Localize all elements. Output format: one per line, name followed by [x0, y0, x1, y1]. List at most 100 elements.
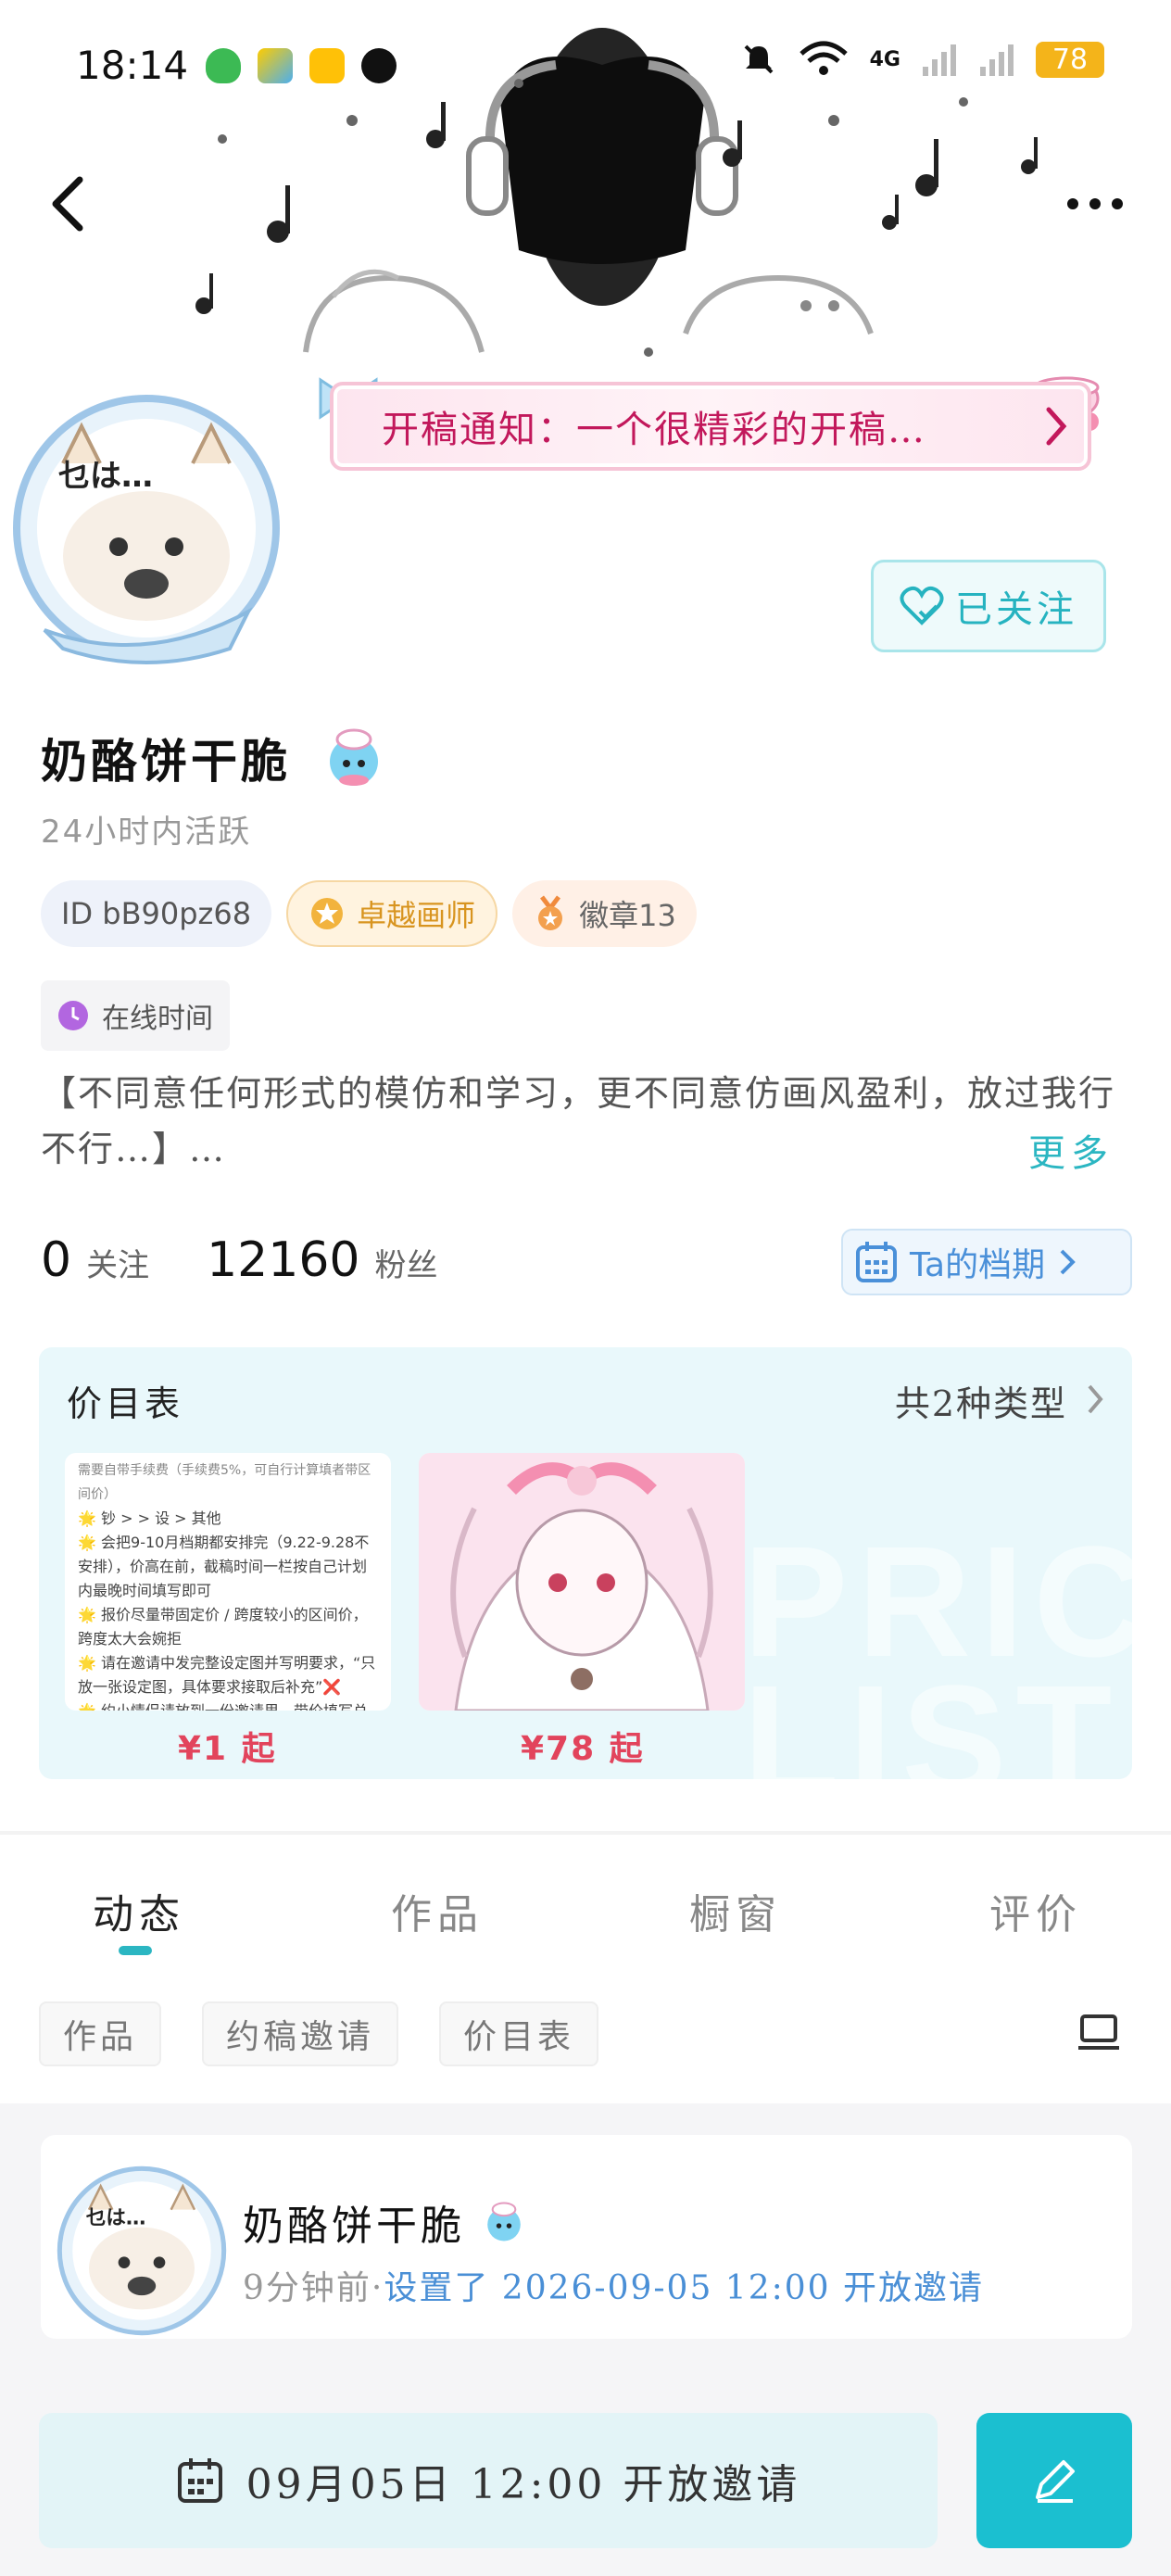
app-icon	[258, 48, 293, 83]
price-item-1-thumbnail[interactable]: 需要自带手续费（手续费5%，可自行计算填者带区间价） 🌟 钞 > > 设 > 其…	[65, 1453, 391, 1711]
feed-action-link[interactable]: 设置了 2026-09-05 12:00 开放邀请	[384, 2269, 984, 2307]
status-time: 18:14	[76, 43, 189, 88]
follow-stats: 0 关注 12160 粉丝	[41, 1232, 496, 1288]
following-count[interactable]: 0	[41, 1232, 71, 1288]
clock-icon	[58, 1001, 88, 1030]
pro-artist-tag[interactable]: 卓越画师	[286, 880, 498, 947]
price-list-title: 价目表	[67, 1383, 184, 1424]
price-list-card[interactable]: PRICE LIST 价目表 共2种类型 需要自带手续费（手续费5%，可自行计算…	[39, 1347, 1132, 1779]
bio-more-link[interactable]: 更多	[1028, 1123, 1114, 1177]
price-note-line: 🌟 约小情侣请放到一份邀请里，带价填写总价	[78, 1699, 378, 1711]
bio-text: 【不同意任何形式的模仿和学习，更不同意仿画风盈利，放过我行不行…】…	[41, 1073, 1116, 1169]
price-item-2-thumbnail[interactable]	[419, 1453, 745, 1711]
feed-author-name[interactable]: 奶酪饼干脆	[243, 2192, 465, 2252]
profile-tabs: 动态 作品 橱窗 评价	[0, 1881, 1171, 1955]
status-right: 4G 78	[740, 41, 1104, 78]
price-item-1-notes: 需要自带手续费（手续费5%，可自行计算填者带区间价） 🌟 钞 > > 设 > 其…	[65, 1453, 391, 1711]
profile-tags: ID bB90pz68 卓越画师 徽章13	[41, 880, 697, 947]
mute-icon	[744, 44, 774, 74]
price-list-watermark: PRICE LIST	[743, 1514, 1132, 1779]
back-button[interactable]	[39, 167, 94, 241]
filter-works[interactable]: 作品	[39, 2001, 162, 2066]
feed-filters: 作品 约稿邀请 价目表	[39, 2001, 599, 2066]
price-note-line: 需要自带手续费（手续费5%，可自行计算填者带区间价）	[78, 1463, 371, 1502]
feed-post-card[interactable]: 乜は… 奶酪饼干脆 9分钟前·设置了 2026-09-05 12:00 开放邀请	[41, 2135, 1132, 2339]
notice-text: 开稿通知：一个很精彩的开稿…	[382, 409, 926, 451]
avatar-image: 乜は…	[13, 395, 280, 664]
layout-toggle-icon[interactable]	[1077, 2013, 1121, 2053]
open-invite-label: 09月05日 12:00 开放邀请	[246, 2461, 801, 2508]
commission-notice-banner[interactable]: 开稿通知：一个很精彩的开稿…	[311, 371, 1108, 482]
following-label[interactable]: 关注	[86, 1240, 149, 1285]
notice-box: 开稿通知：一个很精彩的开稿…	[330, 382, 1091, 471]
heart-check-icon	[900, 586, 944, 625]
open-invite-button[interactable]: 09月05日 12:00 开放邀请	[39, 2413, 938, 2548]
active-status: 24小时内活跃	[41, 814, 252, 851]
online-time-chip[interactable]: 在线时间	[41, 980, 230, 1051]
username: 奶酪饼干脆	[41, 734, 291, 789]
feed-time: 9分钟前	[243, 2269, 371, 2307]
more-dots-icon	[1067, 198, 1123, 209]
weibo-icon	[309, 48, 345, 83]
tab-showcase[interactable]: 橱窗	[689, 1881, 782, 1940]
price-item-1-price: ¥1 起	[178, 1730, 277, 1768]
price-type-count[interactable]: 共2种类型	[895, 1375, 1067, 1426]
schedule-button[interactable]: Ta的档期	[841, 1229, 1132, 1295]
tab-reviews[interactable]: 评价	[989, 1881, 1082, 1940]
network-type: 4G	[869, 47, 900, 71]
badge-count-label: 徽章13	[579, 898, 676, 933]
svg-text:乜は…: 乜は…	[58, 458, 153, 495]
filter-price-list[interactable]: 价目表	[439, 2001, 599, 2066]
anime-illustration-image	[419, 1453, 745, 1711]
chevron-left-icon	[52, 176, 83, 232]
feed-author: 奶酪饼干脆	[243, 2192, 528, 2252]
pro-artist-label: 卓越画师	[357, 898, 476, 933]
username-row: 奶酪饼干脆	[41, 723, 389, 793]
price-note-line: 🌟 会把9-10月档期都安排完（9.22-9.28不安排），价高在前，截稿时间一…	[78, 1534, 370, 1599]
shield-icon	[206, 48, 241, 83]
tab-works[interactable]: 作品	[391, 1881, 484, 1940]
star-medal-icon	[311, 898, 344, 929]
user-id-text: ID bB90pz68	[61, 896, 252, 931]
more-options-button[interactable]	[1058, 176, 1132, 232]
price-note-line: 🌟 报价尽量带固定价 / 跨度较小的区间价，跨度太大会婉拒	[78, 1606, 368, 1648]
badge-count-tag[interactable]: 徽章13	[512, 880, 697, 947]
calendar-icon	[856, 1242, 897, 1282]
tab-activity[interactable]: 动态	[93, 1881, 185, 1940]
edit-button[interactable]	[976, 2413, 1132, 2548]
chevron-right-icon	[1046, 407, 1067, 446]
chevron-right-icon	[1060, 1249, 1076, 1275]
notification-icons	[206, 48, 397, 83]
feed-separator: ·	[371, 2269, 384, 2307]
battery-indicator: 78	[1036, 41, 1104, 78]
signal-icon-2	[980, 44, 1014, 76]
svg-text:乜は…: 乜は…	[86, 2207, 146, 2230]
active-tab-indicator	[119, 1946, 152, 1955]
chevron-right-icon	[1088, 1384, 1103, 1414]
online-time-label: 在线时间	[102, 1003, 213, 1035]
price-item-2-price: ¥78 起	[521, 1730, 645, 1768]
feed-meta: 9分钟前·设置了 2026-09-05 12:00 开放邀请	[243, 2261, 984, 2309]
avatar-image: 乜は…	[57, 2166, 227, 2336]
follow-button[interactable]: 已关注	[871, 560, 1106, 652]
follow-label: 已关注	[955, 588, 1077, 631]
qq-icon	[361, 48, 397, 83]
section-divider	[0, 1831, 1171, 1835]
mascot-badge-icon	[487, 2202, 521, 2241]
avatar[interactable]: 乜は…	[7, 389, 285, 667]
pencil-icon	[1036, 2460, 1075, 2503]
feed-avatar[interactable]: 乜は…	[54, 2163, 230, 2339]
mascot-badge-icon	[330, 728, 378, 786]
user-id-tag[interactable]: ID bB90pz68	[41, 880, 272, 947]
status-bar: 18:14 4G 78	[0, 0, 1171, 139]
medal-icon	[538, 895, 563, 930]
signal-icon	[923, 44, 956, 76]
price-note-line: 🌟 钞 > > 设 > 其他	[78, 1509, 221, 1527]
followers-label[interactable]: 粉丝	[375, 1240, 438, 1285]
calendar-icon	[177, 2458, 222, 2503]
price-note-line: 🌟 请在邀请中发完整设定图并写明要求，“只放一张设定图，具体要求接取后补充”❌	[78, 1654, 376, 1696]
followers-count[interactable]: 12160	[207, 1232, 359, 1288]
wifi-icon	[799, 41, 848, 75]
filter-commission-invites[interactable]: 约稿邀请	[202, 2001, 399, 2066]
schedule-label: Ta的档期	[910, 1246, 1046, 1284]
